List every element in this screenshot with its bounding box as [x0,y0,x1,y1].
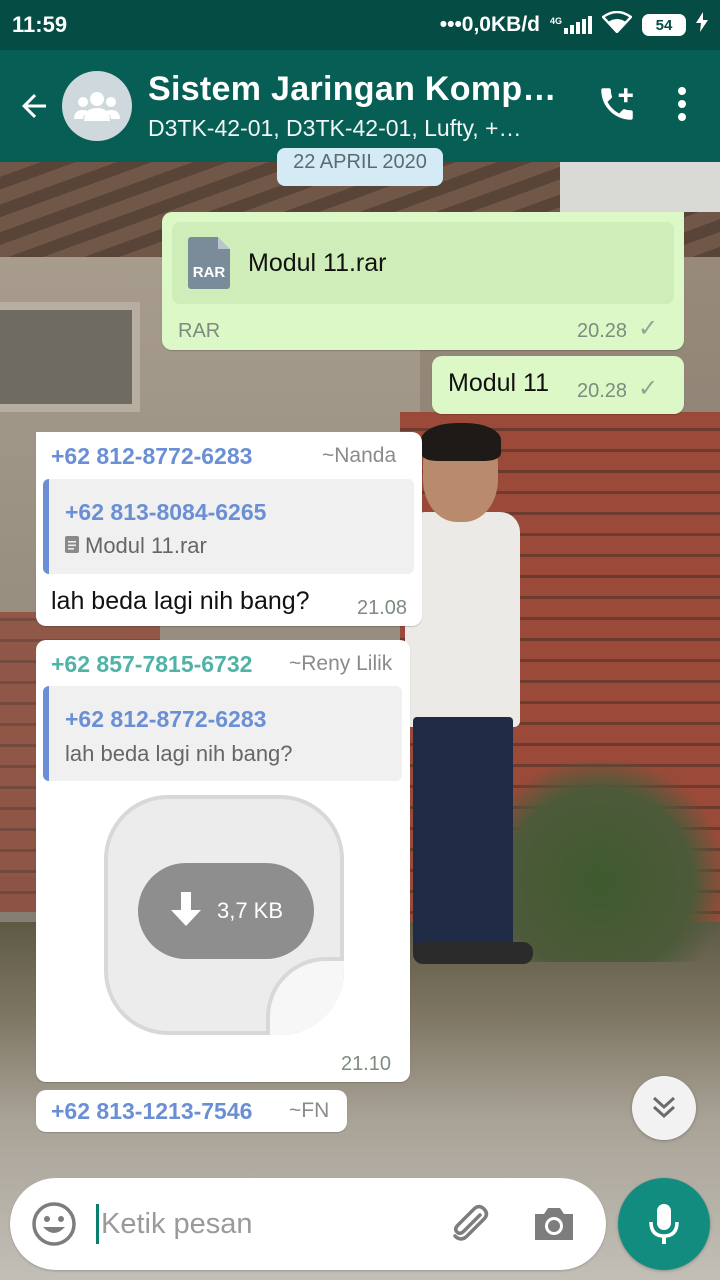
message-time: 21.08 [357,597,408,619]
file-attachment[interactable]: RAR Modul 11.rar [172,222,674,304]
sticker-fold [266,957,344,1035]
wifi-icon [601,10,633,39]
quoted-message[interactable]: +62 813-8084-6265 Modul 11.rar [43,479,414,574]
battery-icon: 54 [642,14,686,36]
network-type: 4G [549,16,562,26]
chat-header: Sistem Jaringan Komp… D3TK-42-01, D3TK-4… [0,50,720,162]
add-call-icon [601,87,633,120]
incoming-reply-message[interactable]: +62 812-8772-6283 ~Nanda +62 813-8084-62… [36,432,422,626]
document-icon [65,536,79,558]
status-right-group: •••0,0KB/d 4G 54 [439,10,708,39]
download-sticker-button[interactable]: 3,7 KB [138,863,314,959]
attach-icon [453,1204,489,1241]
text-caret [96,1204,99,1244]
scroll-to-bottom-button[interactable] [632,1076,696,1140]
sender-alias: ~Nanda [322,444,397,467]
rar-file-icon: RAR [188,237,230,289]
sticker-placeholder[interactable]: 3,7 KB [104,795,344,1035]
status-time: 11:59 [12,12,68,37]
quoted-message[interactable]: +62 812-8772-6283 lah beda lagi nih bang… [43,686,402,781]
sender-phone[interactable]: +62 813-1213-7546 [51,1098,252,1125]
message-input[interactable] [101,1207,431,1241]
incoming-sticker-message[interactable]: +62 857-7815-6732 ~Reny Lilik +62 812-87… [36,640,410,1082]
outgoing-text-message[interactable]: Modul 11 20.28 ✓ [432,356,684,414]
more-options-button[interactable] [676,86,688,127]
group-avatar-icon [74,92,120,121]
voice-message-button[interactable] [618,1178,710,1270]
quoted-text: Modul 11.rar [85,533,207,558]
sender-alias: ~Reny Lilik [289,652,393,675]
chat-title-block[interactable]: Sistem Jaringan Komp… D3TK-42-01, D3TK-4… [148,70,576,142]
sender-alias: ~FN [289,1099,330,1122]
back-button[interactable] [6,50,62,162]
back-arrow-icon [22,94,46,118]
camera-icon [535,1208,573,1240]
file-name: Modul 11.rar [248,248,387,277]
sent-tick-icon: ✓ [638,315,659,342]
chat-title: Sistem Jaringan Komp… [148,70,557,108]
charging-icon [696,12,708,38]
download-size: 3,7 KB [216,898,284,923]
incoming-partial-message[interactable]: +62 813-1213-7546 ~FN [36,1090,347,1132]
header-actions [596,83,688,130]
double-chevron-down-icon [652,1096,676,1119]
wallpaper-sky [560,162,720,212]
add-call-button[interactable] [596,83,638,130]
outgoing-file-message[interactable]: RAR Modul 11.rar RAR 20.28 ✓ [162,212,684,350]
message-composer [10,1178,606,1270]
download-arrow-icon [170,892,201,926]
file-type-label: RAR [178,320,221,342]
message-time: 20.28 [577,320,628,342]
signal-icon: 4G [550,16,592,34]
emoji-button[interactable] [30,1200,78,1248]
date-chip: 22 APRIL 2020 [277,148,443,186]
message-time: 20.28 [577,380,628,402]
message-text: Modul 11 [448,369,549,397]
sender-phone[interactable]: +62 857-7815-6732 [51,651,252,678]
network-speed: •••0,0KB/d [439,13,540,36]
message-text: lah beda lagi nih bang? [51,587,310,615]
message-time: 21.10 [341,1053,392,1075]
status-bar: 11:59 •••0,0KB/d 4G 54 [0,0,720,50]
mic-icon [649,1204,679,1244]
camera-button[interactable] [531,1201,577,1247]
quoted-sender: +62 813-8084-6265 [65,499,267,525]
sender-phone[interactable]: +62 812-8772-6283 [51,443,252,470]
quoted-text: lah beda lagi nih bang? [65,741,293,766]
quoted-sender: +62 812-8772-6283 [65,706,267,732]
emoji-icon [32,1202,76,1246]
more-vert-icon [678,86,686,121]
chat-participants: D3TK-42-01, D3TK-42-01, Lufty, +… [148,115,522,141]
group-avatar[interactable] [62,71,132,141]
attach-button[interactable] [447,1201,493,1247]
sent-tick-icon: ✓ [638,375,659,402]
wallpaper-window [0,302,140,412]
